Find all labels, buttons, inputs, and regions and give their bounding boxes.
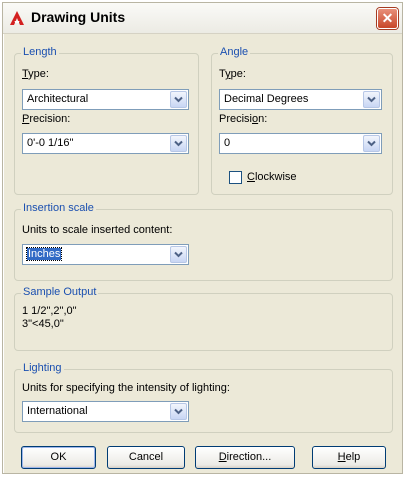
insertion-scale-description: Units to scale inserted content: <box>22 224 173 236</box>
lighting-description: Units for specifying the intensity of li… <box>22 382 230 394</box>
clockwise-checkbox[interactable] <box>229 171 242 184</box>
insertion-scale-group-label: Insertion scale <box>21 202 96 214</box>
length-group-label: Length <box>21 46 59 58</box>
sample-output-group: Sample Output 1 1/2",2",0" 3"<45,0" <box>14 286 393 351</box>
angle-group: Angle Type: Decimal Degrees Precision: 0… <box>211 46 393 195</box>
angle-type-value: Decimal Degrees <box>224 93 309 105</box>
length-precision-value: 0'-0 1/16" <box>27 137 74 149</box>
angle-group-label: Angle <box>218 46 251 58</box>
close-icon: ✕ <box>381 10 394 26</box>
length-type-select[interactable]: Architectural <box>22 89 189 110</box>
length-type-label: Type: <box>22 68 49 80</box>
sample-output-line-1: 1 1/2",2",0" <box>22 305 77 317</box>
direction-button[interactable]: Direction... <box>195 446 295 469</box>
insertion-scale-group: Insertion scale Units to scale inserted … <box>14 202 393 281</box>
length-group: Length Type: Architectural Precision: 0'… <box>14 46 199 195</box>
chevron-down-icon <box>174 408 183 415</box>
length-type-dropdown-button[interactable] <box>170 91 187 108</box>
chevron-down-icon <box>367 96 376 103</box>
angle-precision-dropdown-button[interactable] <box>363 135 380 152</box>
insertion-units-value: Inches <box>25 247 63 261</box>
angle-type-label: Type: <box>219 68 246 80</box>
sample-output-group-label: Sample Output <box>21 286 99 298</box>
insertion-units-dropdown-button[interactable] <box>170 246 187 263</box>
title-bar[interactable]: Drawing Units ✕ <box>3 3 402 34</box>
sample-output-line-2: 3"<45,0" <box>22 318 64 330</box>
length-precision-dropdown-button[interactable] <box>170 135 187 152</box>
close-button[interactable]: ✕ <box>377 8 398 29</box>
lighting-group: Lighting Units for specifying the intens… <box>14 362 393 433</box>
chevron-down-icon <box>174 140 183 147</box>
clockwise-label[interactable]: Clockwise <box>247 171 297 183</box>
angle-precision-value: 0 <box>224 137 231 149</box>
autocad-a-icon <box>10 11 24 25</box>
chevron-down-icon <box>174 96 183 103</box>
length-type-value: Architectural <box>27 93 89 105</box>
chevron-down-icon <box>174 251 183 258</box>
drawing-units-dialog: Drawing Units ✕ Length Type: Architectur… <box>2 2 403 474</box>
length-precision-select[interactable]: 0'-0 1/16" <box>22 133 189 154</box>
angle-type-select[interactable]: Decimal Degrees <box>219 89 382 110</box>
angle-type-dropdown-button[interactable] <box>363 91 380 108</box>
angle-precision-select[interactable]: 0 <box>219 133 382 154</box>
chevron-down-icon <box>367 140 376 147</box>
lighting-units-value: International <box>27 405 88 417</box>
lighting-group-label: Lighting <box>21 362 64 374</box>
ok-button[interactable]: OK <box>21 446 96 469</box>
cancel-button[interactable]: Cancel <box>107 446 185 469</box>
lighting-units-dropdown-button[interactable] <box>170 403 187 420</box>
angle-precision-label: Precision: <box>219 113 268 125</box>
help-button[interactable]: Help <box>312 446 386 469</box>
length-precision-label: Precision: <box>22 113 71 125</box>
lighting-units-select[interactable]: International <box>22 401 189 422</box>
insertion-units-select[interactable]: Inches <box>22 244 189 265</box>
dialog-title: Drawing Units <box>31 9 126 25</box>
